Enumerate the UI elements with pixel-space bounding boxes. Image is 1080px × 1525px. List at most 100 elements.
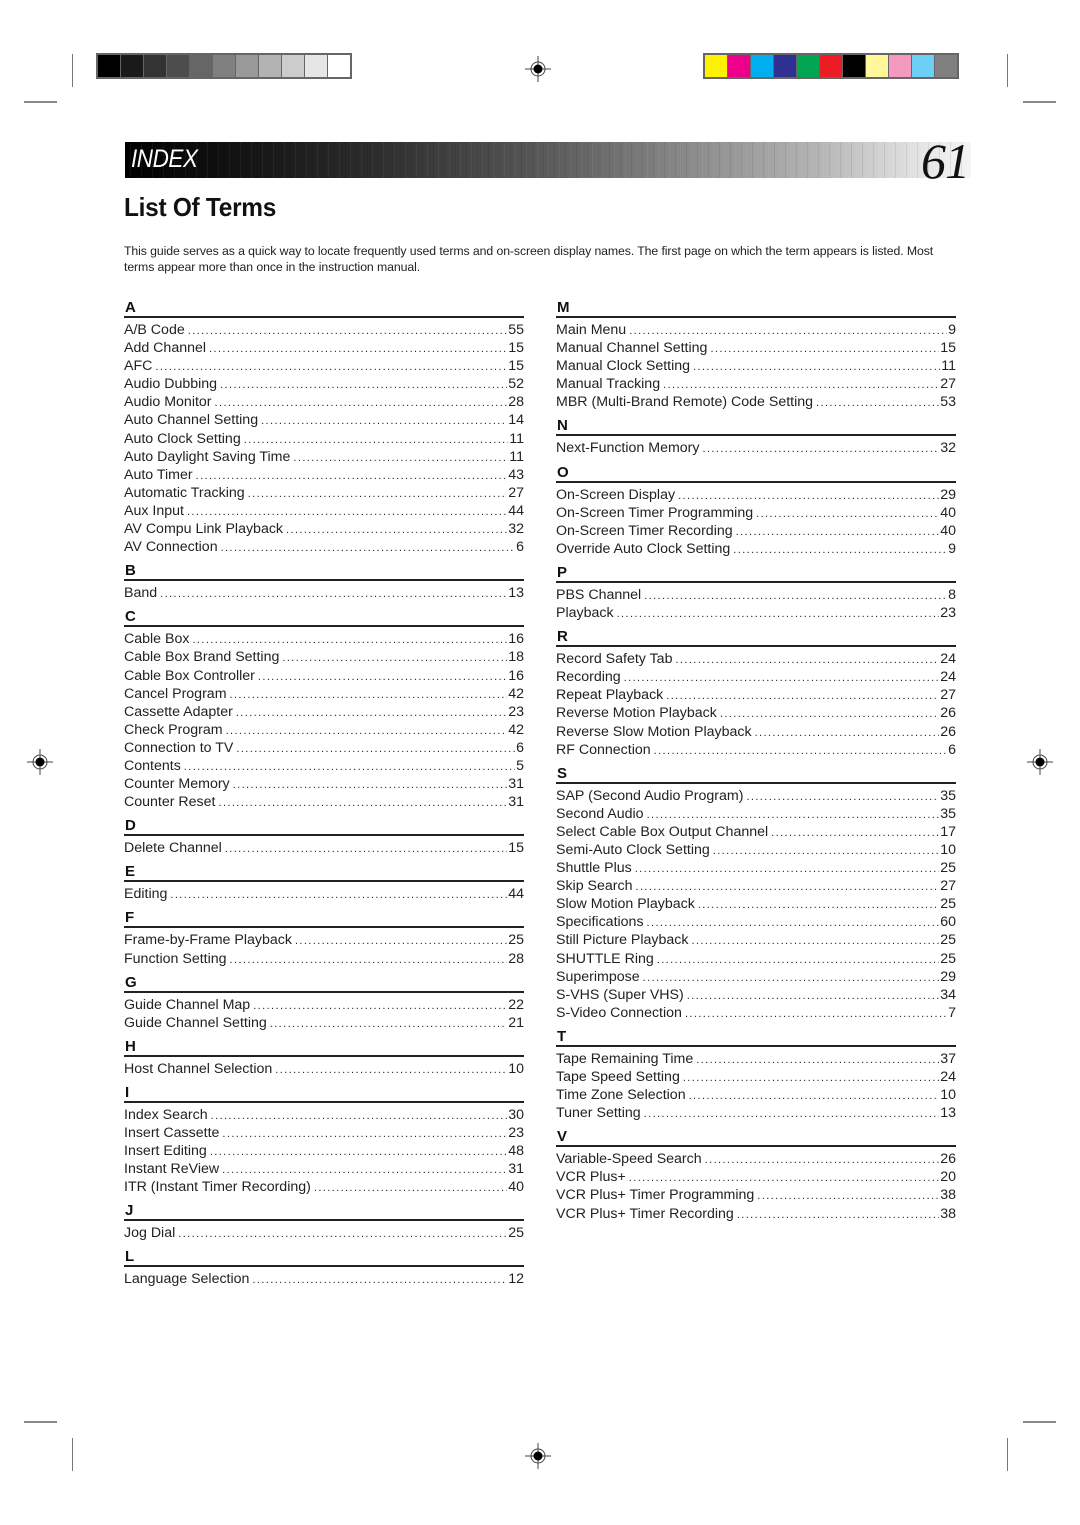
entry-page-number: 11 xyxy=(941,358,956,375)
dot-leader xyxy=(720,708,939,720)
entry-term: Automatic Tracking xyxy=(124,484,245,501)
entry-page-number: 35 xyxy=(940,787,956,804)
entry-page-number: 13 xyxy=(508,585,524,602)
entry-page-number: 52 xyxy=(508,376,524,393)
index-section-r: RRecord Safety Tab24Recording24Repeat Pl… xyxy=(556,625,956,760)
entry-page-number: 30 xyxy=(508,1106,524,1123)
dot-leader xyxy=(233,779,508,791)
index-section-g: G Guide Channel Map 22 Guide Channel Settin… xyxy=(124,971,524,1033)
entry-page-number: 43 xyxy=(508,466,524,483)
dot-leader xyxy=(192,634,507,646)
color-swatch xyxy=(912,55,934,77)
entry-term: VCR Plus+ Timer Programming xyxy=(556,1187,755,1204)
index-entry: S-VHS (Super VHS) 34 xyxy=(556,987,956,1005)
index-entry: Frame-by-Frame Playback 25 xyxy=(124,932,524,950)
index-entry: Next-Function Memory 32 xyxy=(556,440,956,458)
entry-term: A/B Code xyxy=(124,322,185,338)
entry-page-number: 38 xyxy=(940,1205,956,1222)
entry-page-number: 16 xyxy=(508,631,524,648)
dot-leader xyxy=(244,434,509,446)
color-swatch xyxy=(328,55,350,77)
dot-leader xyxy=(218,797,507,809)
entry-page-number: 29 xyxy=(940,968,956,985)
entry-page-number: 9 xyxy=(948,322,956,338)
dot-leader xyxy=(196,470,508,482)
entry-page-number: 24 xyxy=(940,669,956,686)
entry-page-number: 23 xyxy=(508,1125,524,1141)
index-entry: VCR Plus+ Timer Recording 38 xyxy=(556,1206,956,1224)
dot-leader xyxy=(236,707,507,719)
dot-leader xyxy=(629,1172,939,1184)
entry-term: Add Channel xyxy=(124,340,207,357)
dot-leader xyxy=(644,590,947,602)
color-swatch xyxy=(236,55,258,77)
entry-page-number: 14 xyxy=(508,412,524,429)
registration-target-icon xyxy=(525,56,551,82)
entry-page-number: 12 xyxy=(508,1271,524,1288)
entry-page-number: 13 xyxy=(940,1105,956,1122)
section-letter-heading: R xyxy=(556,625,956,648)
entry-term: AV Compu Link Playback xyxy=(124,521,284,538)
entry-page-number: 53 xyxy=(940,394,956,411)
crop-mark xyxy=(1007,1438,1008,1471)
color-swatch xyxy=(305,55,327,77)
color-swatch xyxy=(121,55,143,77)
entry-term: Manual Clock Setting xyxy=(556,358,691,375)
dot-leader xyxy=(710,343,939,355)
dot-leader xyxy=(295,935,507,947)
dot-leader xyxy=(160,588,507,600)
entry-page-number: 21 xyxy=(508,1014,524,1031)
index-entry: SAP (Second Audio Program) 35 xyxy=(556,788,956,806)
entry-page-number: 27 xyxy=(940,687,956,704)
dot-leader xyxy=(647,809,940,821)
index-section-c: CCable Box16Cable Box Brand Setting18Cab… xyxy=(124,605,524,812)
entry-term: Aux Input xyxy=(124,502,184,519)
index-entry: Counter Reset 31 xyxy=(124,794,524,812)
index-section-t: T Tape Remaining Time 37 Tape Speed Setting… xyxy=(556,1025,956,1123)
registration-target-icon xyxy=(27,749,53,775)
entry-page-number: 23 xyxy=(940,605,956,622)
section-letter-heading: O xyxy=(556,461,956,483)
dot-leader xyxy=(230,954,508,966)
dot-leader xyxy=(635,863,940,875)
entry-term: AV Connection xyxy=(124,539,218,556)
entry-term: S-Video Connection xyxy=(556,1004,682,1021)
dot-leader xyxy=(746,791,939,803)
index-section-m: MMain Menu9Manual Channel Setting15Manua… xyxy=(556,296,956,412)
index-entry: Record Safety Tab 24 xyxy=(556,651,956,669)
entry-page-number: 48 xyxy=(508,1143,524,1160)
dot-leader xyxy=(248,488,508,500)
index-entry: Specifications 60 xyxy=(556,914,956,932)
dot-leader xyxy=(209,343,507,355)
dot-leader xyxy=(629,325,947,337)
index-section-b: B Band 13 xyxy=(124,559,524,603)
entry-page-number: 10 xyxy=(940,841,956,858)
entry-page-number: 28 xyxy=(508,394,524,411)
index-entry: Main Menu 9 xyxy=(556,322,956,340)
index-entry: On-Screen Timer Programming 40 xyxy=(556,505,956,523)
dot-leader xyxy=(654,745,947,757)
entry-page-number: 38 xyxy=(940,1187,956,1204)
index-entry: Override Auto Clock Setting 9 xyxy=(556,541,956,559)
entry-page-number: 25 xyxy=(940,950,956,967)
index-entry: Function Setting 28 xyxy=(124,951,524,969)
index-entry: Editing 44 xyxy=(124,886,524,904)
index-entry: Audio Dubbing 52 xyxy=(124,376,524,394)
entry-page-number: 26 xyxy=(940,1151,956,1168)
section-letter-heading: P xyxy=(556,561,956,583)
index-column-right: MMain Menu9Manual Channel Setting15Manua… xyxy=(556,296,956,1226)
entry-page-number: 15 xyxy=(940,340,956,357)
entry-term: Second Audio xyxy=(556,805,644,822)
dot-leader xyxy=(756,508,939,520)
entry-term: Cable Box Brand Setting xyxy=(124,649,280,666)
entry-term: Frame-by-Frame Playback xyxy=(124,932,292,949)
index-entry: Jog Dial 25 xyxy=(124,1225,524,1243)
entry-page-number: 35 xyxy=(940,805,956,822)
section-letter-heading: J xyxy=(124,1199,524,1222)
entry-page-number: 5 xyxy=(516,757,524,774)
entry-term: Manual Tracking xyxy=(556,376,661,393)
section-letter-heading: G xyxy=(124,971,524,993)
index-entry: Band 13 xyxy=(124,585,524,603)
dot-leader xyxy=(286,524,507,536)
section-letter-heading: F xyxy=(124,906,524,929)
